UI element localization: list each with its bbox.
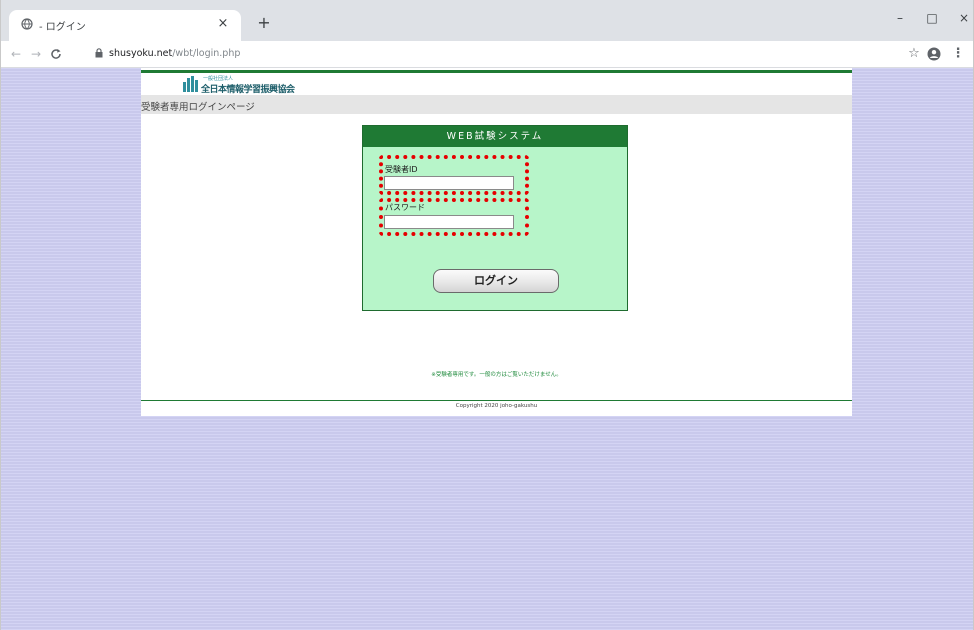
logo-mark-icon [183,76,199,92]
bookmark-star-icon[interactable]: ☆ [905,45,923,63]
tab-login[interactable]: - ログイン × [9,10,241,41]
login-button[interactable]: ログイン [433,269,559,293]
window-close-icon[interactable]: × [949,8,974,28]
login-panel: WEB試験システム 受験者ID パスワード ログイン [362,125,628,311]
browser-toolbar: ← → shusyoku.net/wbt/login.php ☆ ⋮ [1,41,973,68]
new-tab-icon[interactable]: + [255,14,273,32]
logo-name: 全日本情報学習振興協会 [201,85,295,95]
minimize-icon[interactable]: – [885,8,915,28]
tab-title: - ログイン [39,22,86,33]
page-viewport: 一般社団法人 全日本情報学習振興協会 受験者専用ログインページ WEB試験システ… [1,68,973,630]
forward-arrow-icon[interactable]: → [27,45,45,63]
url-path: /wbt/login.php [172,48,241,59]
browser-window: - ログイン × + – □ × ← → shusyoku.net/wbt/lo… [0,0,974,630]
notice-text: ※受験者専用です。一般の方はご覧いただけません。 [431,372,562,378]
examinee-id-highlight [379,155,529,195]
profile-icon[interactable] [925,45,943,63]
password-highlight [379,198,529,236]
reload-icon[interactable] [47,45,65,63]
url-host: shusyoku.net [109,48,173,59]
logo-small-text: 一般社団法人 [203,76,234,82]
login-panel-header: WEB試験システム [363,126,627,147]
page-subtitle: 受験者専用ログインページ [141,102,255,113]
subtitle-bar: 受験者専用ログインページ [141,95,852,114]
globe-icon [21,18,33,30]
menu-dots-icon[interactable]: ⋮ [949,45,967,63]
page-container: 一般社団法人 全日本情報学習振興協会 受験者専用ログインページ WEB試験システ… [141,68,852,416]
tab-close-icon[interactable]: × [215,16,231,32]
maximize-icon[interactable]: □ [917,8,947,28]
lock-icon[interactable] [95,48,103,62]
back-arrow-icon[interactable]: ← [7,45,25,63]
footer-divider [141,400,852,401]
address-bar[interactable]: shusyoku.net/wbt/login.php [109,48,240,60]
header-divider [141,70,852,73]
tab-strip: - ログイン × + – □ × [1,0,973,41]
copyright-text: Copyright 2020 joho-gakushu [455,403,538,409]
